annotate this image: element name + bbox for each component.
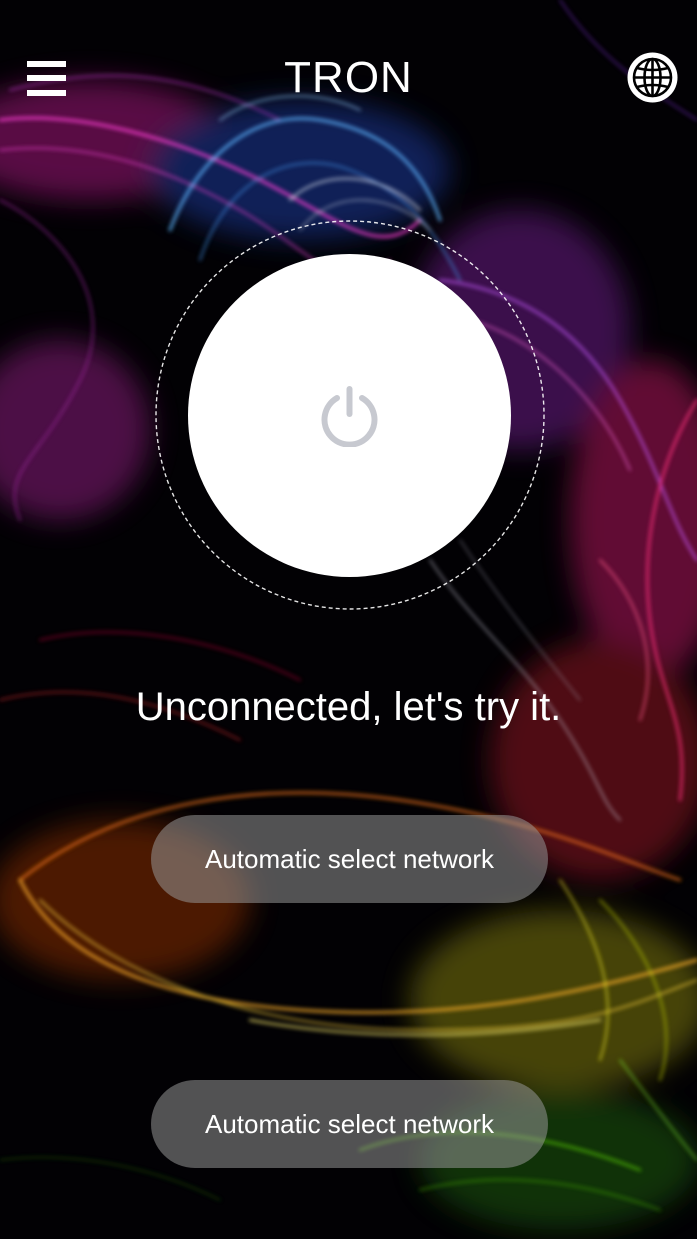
connect-power-button[interactable] bbox=[188, 254, 511, 577]
connection-status-text: Unconnected, let's try it. bbox=[135, 685, 562, 729]
app-screen: TRON Unconnected, let's try it. Automati… bbox=[0, 0, 697, 1239]
app-title: TRON bbox=[284, 53, 413, 102]
abstract-smoke-background bbox=[0, 0, 697, 1239]
globe-icon bbox=[627, 52, 678, 103]
power-icon bbox=[321, 386, 378, 447]
select-network-button[interactable]: Automatic select network bbox=[151, 815, 548, 903]
select-network-button-secondary[interactable]: Automatic select network bbox=[151, 1080, 548, 1168]
language-button[interactable] bbox=[627, 52, 678, 103]
